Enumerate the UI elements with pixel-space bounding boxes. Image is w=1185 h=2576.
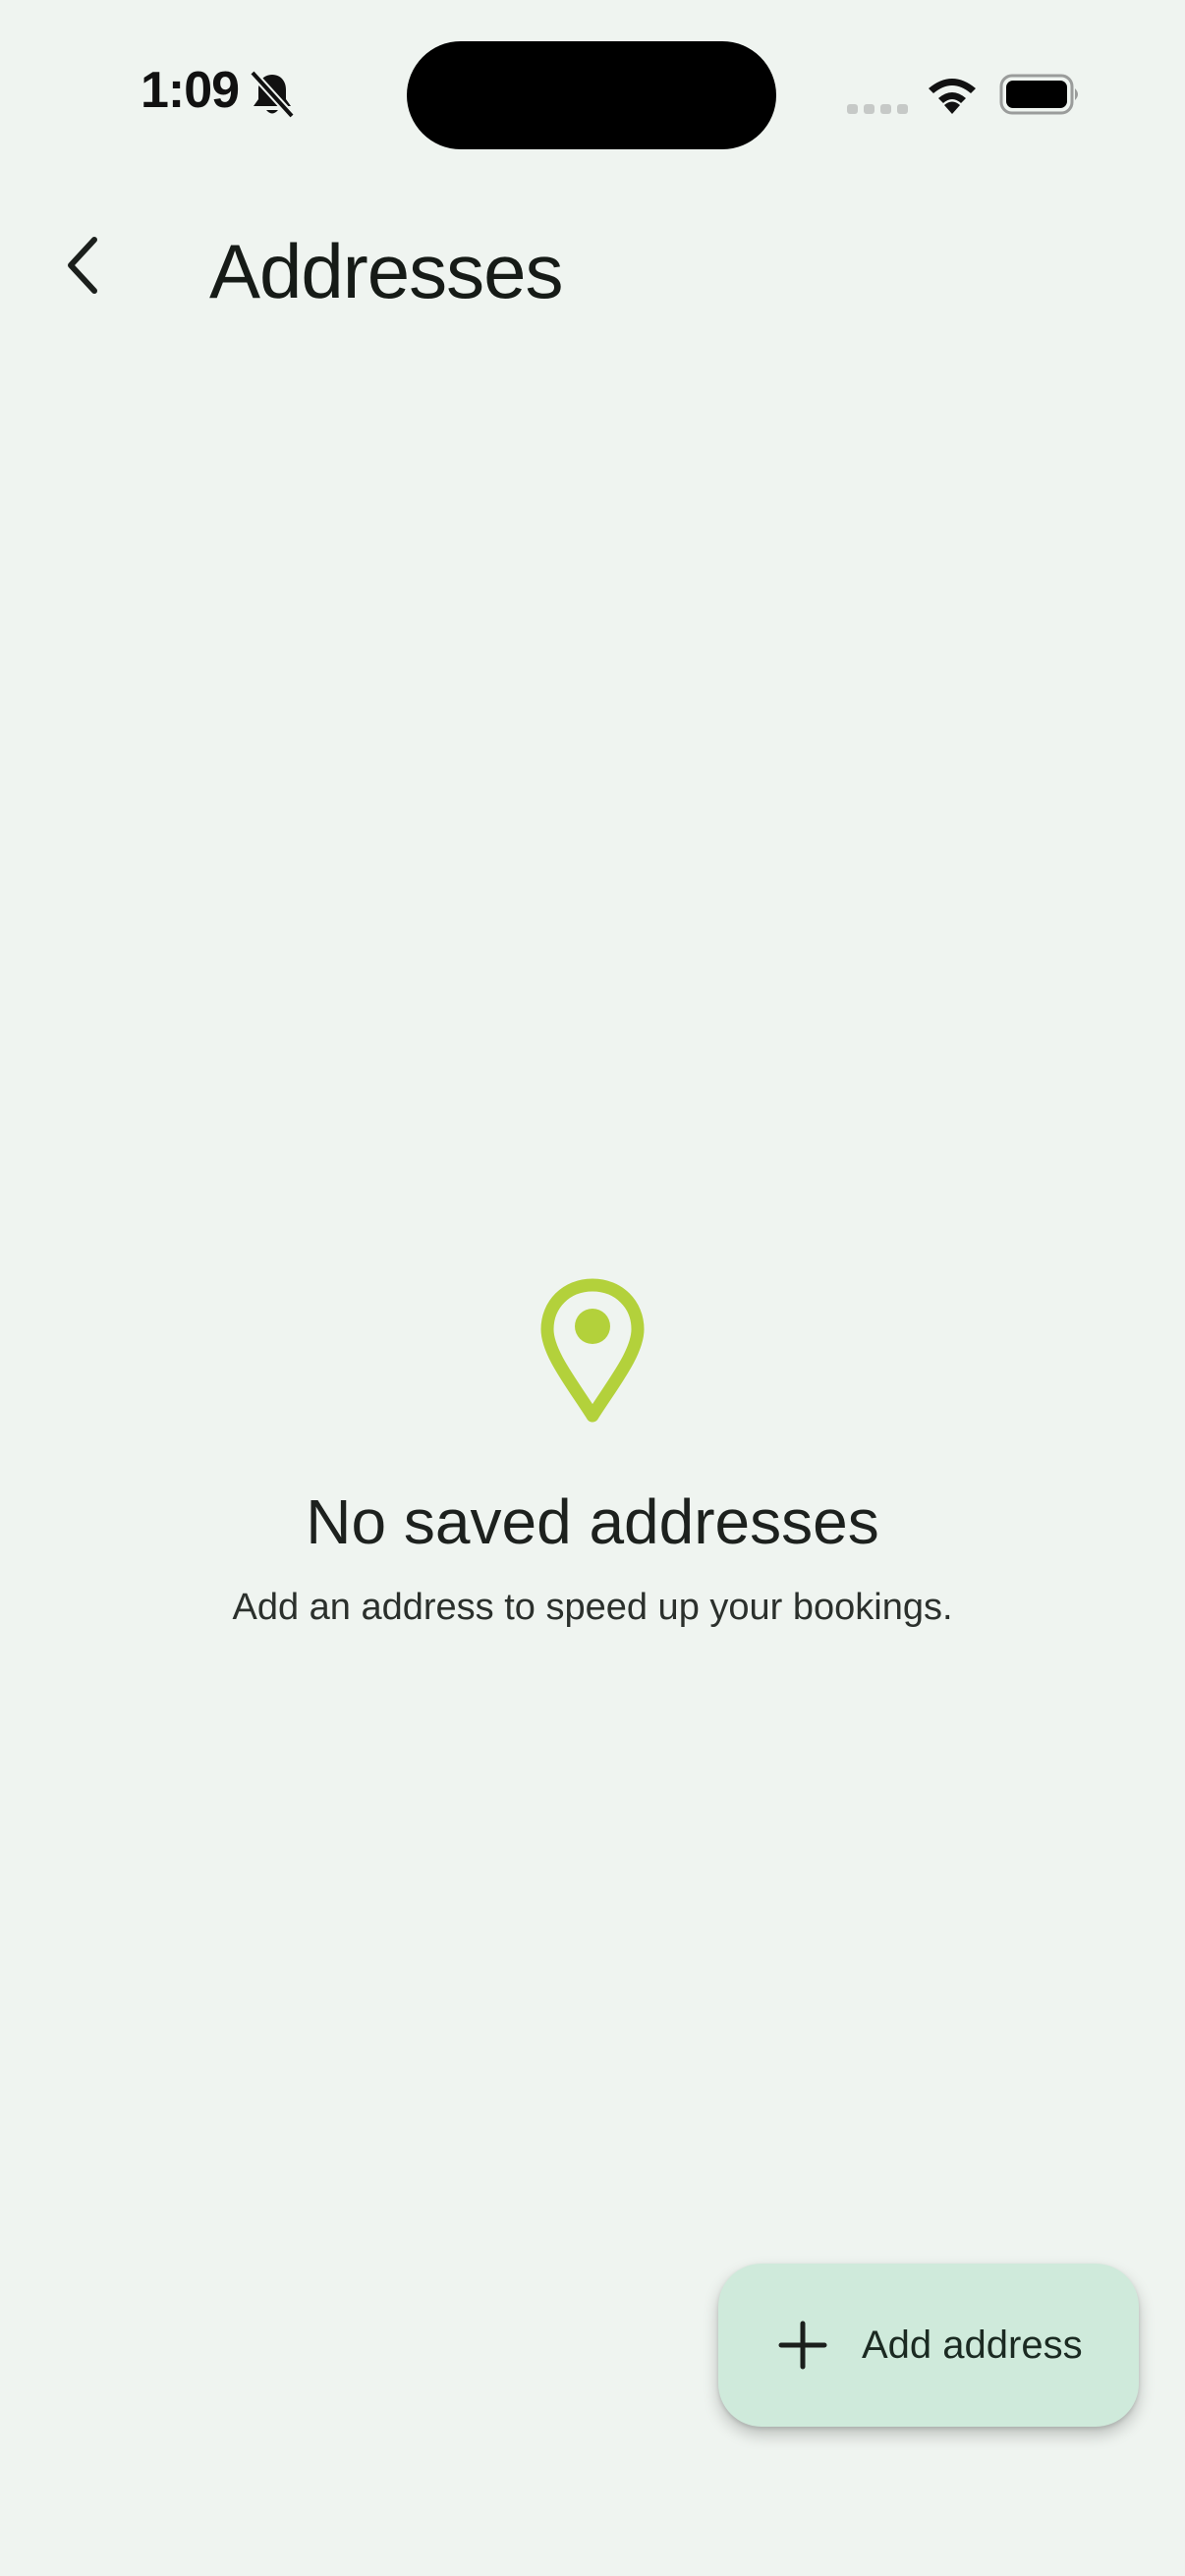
plus-icon — [778, 2321, 827, 2370]
map-pin-icon — [540, 1278, 645, 1423]
status-time: 1:09 — [141, 62, 240, 119]
status-bar: 1:09 — [0, 0, 1185, 187]
empty-state: No saved addresses Add an address to spe… — [0, 1277, 1185, 1631]
bell-off-icon — [250, 70, 295, 119]
back-button[interactable] — [43, 216, 122, 314]
add-address-button[interactable]: Add address — [718, 2264, 1139, 2427]
chevron-left-icon — [68, 237, 97, 294]
empty-state-title: No saved addresses — [306, 1486, 879, 1557]
page-title: Addresses — [209, 228, 564, 314]
wifi-icon — [929, 79, 976, 114]
dynamic-island — [407, 41, 776, 149]
empty-state-subtitle: Add an address to speed up your bookings… — [232, 1587, 953, 1628]
add-address-label: Add address — [862, 2323, 1083, 2367]
battery-icon — [999, 74, 1078, 115]
signal-icon — [847, 104, 908, 114]
